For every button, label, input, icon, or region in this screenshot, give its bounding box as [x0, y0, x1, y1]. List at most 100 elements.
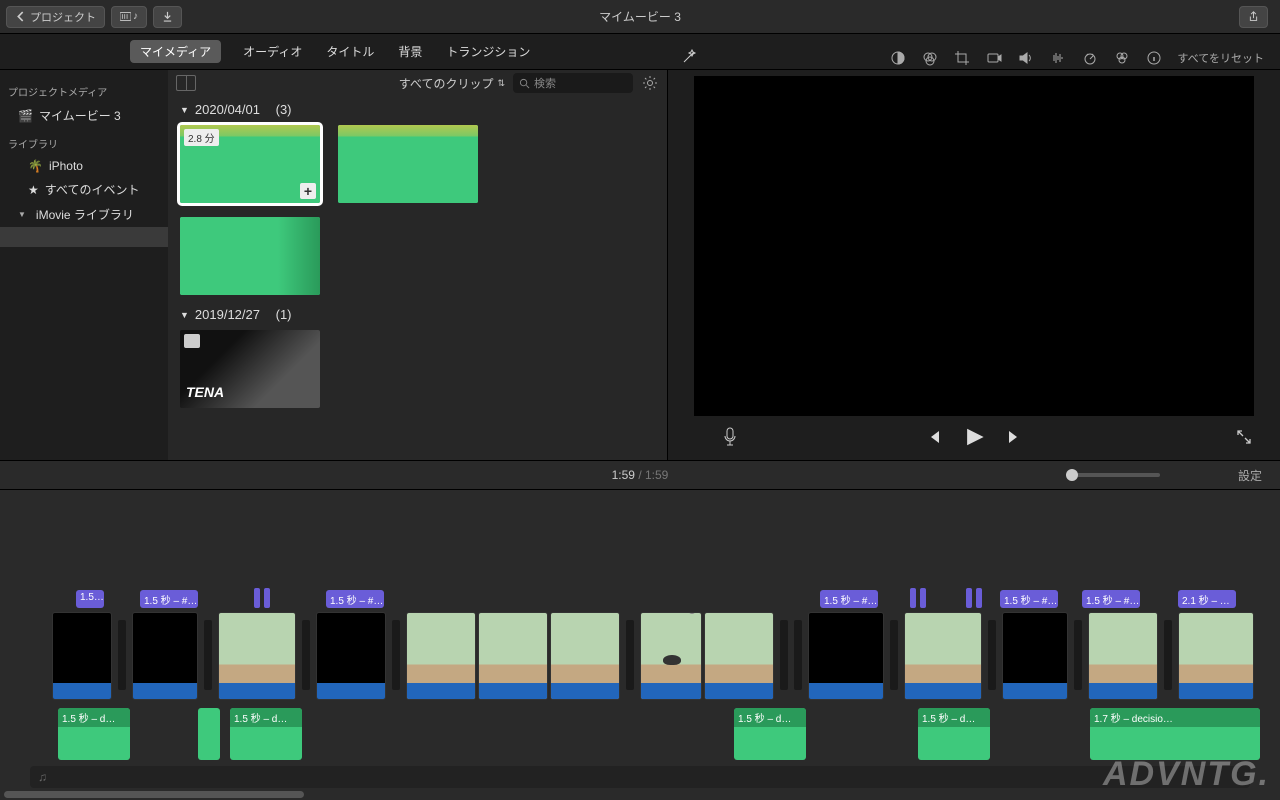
time-display-bar: 1:59 / 1:59 設定: [0, 460, 1280, 490]
reset-all-button[interactable]: すべてをリセット: [1177, 50, 1264, 66]
video-clip[interactable]: [808, 612, 884, 700]
gap-handle[interactable]: [626, 620, 634, 690]
video-clip[interactable]: [550, 612, 620, 700]
title-clip[interactable]: 1.5 秒 – #…: [140, 590, 198, 608]
video-clip[interactable]: [904, 612, 982, 700]
video-clip[interactable]: [640, 612, 702, 700]
sidebar-project-item[interactable]: 🎬 マイムービー 3: [0, 103, 168, 128]
speed-indicator[interactable]: [645, 612, 695, 613]
import-button[interactable]: [153, 6, 182, 28]
video-clip[interactable]: [52, 612, 112, 700]
chevron-down-icon: ▼: [180, 310, 189, 320]
title-marker[interactable]: [254, 588, 260, 608]
video-clip[interactable]: [218, 612, 296, 700]
clip-thumb[interactable]: 2.8 分 +: [180, 125, 320, 203]
title-marker[interactable]: [910, 588, 916, 608]
gear-icon[interactable]: [641, 74, 659, 92]
gap-handle[interactable]: [1164, 620, 1172, 690]
video-clip[interactable]: [478, 612, 548, 700]
volume-icon[interactable]: [1017, 49, 1035, 67]
tab-titles[interactable]: タイトル: [326, 43, 374, 60]
clip-filter-dropdown[interactable]: すべてのクリップ ⇅: [399, 75, 505, 92]
audio-label: 1.5 秒 – d…: [918, 708, 990, 727]
audio-clip[interactable]: 1.5 秒 – d…: [918, 708, 990, 760]
gap-handle[interactable]: [204, 620, 212, 690]
title-clip[interactable]: 1.5 秒 – #…: [326, 590, 384, 608]
info-icon[interactable]: [1145, 49, 1163, 67]
title-clip[interactable]: 1.5 秒 – #…: [1000, 590, 1058, 608]
zoom-knob[interactable]: [1066, 469, 1078, 481]
sidebar-imovie-library[interactable]: iMovie ライブラリ: [0, 202, 168, 227]
title-clip[interactable]: 2.1 秒 – …: [1178, 590, 1236, 608]
title-marker[interactable]: [264, 588, 270, 608]
crop-icon[interactable]: [953, 49, 971, 67]
back-button[interactable]: プロジェクト: [6, 6, 105, 28]
video-clip[interactable]: [1178, 612, 1254, 700]
title-clip[interactable]: 1.5 秒 – #…: [820, 590, 878, 608]
title-marker[interactable]: [976, 588, 982, 608]
color-balance-icon[interactable]: [889, 49, 907, 67]
tab-transitions[interactable]: トランジション: [446, 43, 530, 60]
gap-handle[interactable]: [118, 620, 126, 690]
video-clip[interactable]: [704, 612, 774, 700]
audio-clip[interactable]: 1.5 秒 – d…: [734, 708, 806, 760]
voiceover-button[interactable]: [722, 427, 738, 450]
audio-clip[interactable]: 1.7 秒 – decisio…: [1090, 708, 1260, 760]
gap-handle[interactable]: [780, 620, 788, 690]
next-button[interactable]: [1007, 429, 1023, 448]
preview-canvas[interactable]: [694, 76, 1254, 416]
audio-clip[interactable]: 1.5 秒 – d…: [230, 708, 302, 760]
audio-clip[interactable]: 1.5 秒 – d…: [58, 708, 130, 760]
stabilize-icon[interactable]: [985, 49, 1003, 67]
sidebar-all-events[interactable]: ★ すべてのイベント: [0, 177, 168, 202]
timeline[interactable]: 1.5… 1.5 秒 – #… 1.5 秒 – #… 1.5 秒 – #… 1.…: [0, 490, 1280, 800]
speed-icon[interactable]: [1081, 49, 1099, 67]
audio-clip[interactable]: [198, 708, 220, 760]
title-clip[interactable]: 1.5 秒 – #…: [1082, 590, 1140, 608]
title-marker[interactable]: [966, 588, 972, 608]
media-button[interactable]: ♪: [111, 6, 147, 28]
play-button[interactable]: [963, 426, 985, 451]
event-title-1[interactable]: ▼ 2020/04/01 (3): [180, 102, 655, 117]
timeline-settings-button[interactable]: 設定: [1238, 467, 1262, 484]
filter-icon[interactable]: [1113, 49, 1131, 67]
background-music-track[interactable]: ♫: [30, 766, 1250, 788]
video-clip[interactable]: [406, 612, 476, 700]
horizontal-scrollbar[interactable]: [4, 791, 304, 798]
tab-audio[interactable]: オーディオ: [243, 43, 302, 60]
gap-handle[interactable]: [302, 620, 310, 690]
gap-handle[interactable]: [794, 620, 802, 690]
title-marker[interactable]: [920, 588, 926, 608]
search-input[interactable]: 検索: [513, 73, 633, 93]
watermark-text: ADVNTG.: [1103, 755, 1270, 794]
tab-backgrounds[interactable]: 背景: [398, 43, 422, 60]
magic-wand-icon[interactable]: [680, 48, 698, 66]
noise-reduction-icon[interactable]: [1049, 49, 1067, 67]
zoom-slider[interactable]: [1070, 473, 1160, 477]
video-clip[interactable]: [1002, 612, 1068, 700]
sidebar-iphoto[interactable]: 🌴 iPhoto: [0, 155, 168, 177]
clip-thumb[interactable]: [180, 217, 320, 295]
add-to-timeline-icon[interactable]: +: [300, 183, 316, 199]
video-clip[interactable]: [132, 612, 198, 700]
clip-thumb[interactable]: [338, 125, 478, 203]
fullscreen-button[interactable]: [1236, 429, 1252, 448]
sidebar-selected-library[interactable]: [0, 227, 168, 247]
video-clip[interactable]: [316, 612, 386, 700]
gap-handle[interactable]: [1074, 620, 1082, 690]
gap-handle[interactable]: [988, 620, 996, 690]
event-title-2[interactable]: ▼ 2019/12/27 (1): [180, 307, 655, 322]
prev-button[interactable]: [925, 429, 941, 448]
tab-my-media[interactable]: マイメディア: [130, 40, 221, 63]
back-label: プロジェクト: [30, 9, 96, 25]
video-clip[interactable]: [1088, 612, 1158, 700]
view-toggle[interactable]: [176, 75, 196, 91]
current-time: 1:59: [612, 468, 635, 482]
browser-toolbar: すべてのクリップ ⇅ 検索: [168, 70, 667, 96]
share-button[interactable]: [1239, 6, 1268, 28]
title-clip[interactable]: 1.5…: [76, 590, 104, 608]
gap-handle[interactable]: [890, 620, 898, 690]
photo-thumb[interactable]: TENA: [180, 330, 320, 408]
gap-handle[interactable]: [392, 620, 400, 690]
color-correction-icon[interactable]: [921, 49, 939, 67]
